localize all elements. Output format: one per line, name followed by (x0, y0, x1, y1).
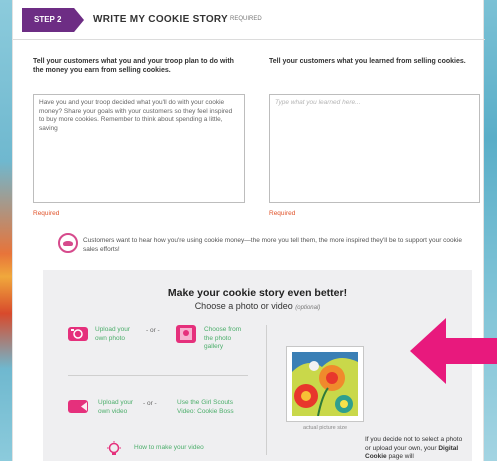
note-suffix: page will (386, 453, 414, 460)
sample-photo (286, 346, 364, 422)
default-photo-note: If you decide not to select a photo or u… (365, 436, 465, 461)
video-camera-icon-svg (81, 402, 87, 411)
cookie-boss-video-link[interactable]: Use the Girl Scouts Video: Cookie Boss (177, 399, 252, 416)
choose-gallery-link[interactable]: Choose from the photo gallery (204, 326, 252, 352)
lightbulb-icon (106, 441, 122, 457)
camera-icon-svg (71, 329, 83, 339)
upload-video-link[interactable]: Upload your own video (98, 399, 138, 416)
sample-caption: actual picture size (302, 425, 348, 431)
money-plan-prompt: Tell your customers what you and your tr… (33, 58, 234, 74)
vertical-divider (266, 325, 267, 455)
story-box-subtitle: Choose a photo or video (optional) (43, 301, 472, 311)
or-separator-video: - or - (143, 400, 157, 407)
story-box-subtitle-text: Choose a photo or video (194, 301, 293, 311)
background-pattern-left (0, 0, 12, 461)
background-pattern-right (483, 0, 497, 461)
pointer-arrow-icon (410, 318, 497, 384)
money-plan-textarea[interactable] (33, 94, 245, 203)
cookie-story-panel: STEP 2 WRITE MY COOKIE STORY REQUIRED Te… (12, 0, 485, 461)
camera-icon[interactable] (68, 327, 88, 341)
learned-prompt: Tell your customers what you learned fro… (269, 58, 466, 65)
or-separator-photo: - or - (146, 327, 160, 334)
story-box-title: Make your cookie story even better! (167, 287, 348, 299)
learned-required-label: Required (269, 210, 296, 217)
gallery-icon-svg (180, 328, 192, 340)
upload-photo-link[interactable]: Upload your own photo (95, 326, 140, 343)
pointer-arrow-svg (410, 318, 497, 384)
money-plan-required-label: Required (33, 210, 60, 217)
step-header: STEP 2 WRITE MY COOKIE STORY REQUIRED (13, 0, 485, 40)
lightbulb-icon-svg (107, 441, 121, 455)
gallery-icon[interactable] (176, 325, 196, 343)
info-message: Customers want to hear how you're using … (83, 237, 462, 253)
video-camera-icon[interactable] (68, 400, 88, 413)
optional-tag: (optional) (295, 305, 321, 311)
step-required-tag: REQUIRED (230, 16, 262, 22)
flower-illustration (292, 352, 358, 417)
story-media-box: Make your cookie story even better! Choo… (43, 270, 472, 461)
how-to-video-link[interactable]: How to make your video (134, 444, 204, 453)
options-divider (68, 375, 248, 376)
speech-bubble-icon (58, 233, 78, 253)
step-badge: STEP 2 (22, 8, 84, 32)
step-title: WRITE MY COOKIE STORY (93, 14, 229, 25)
learned-textarea[interactable] (269, 94, 480, 203)
